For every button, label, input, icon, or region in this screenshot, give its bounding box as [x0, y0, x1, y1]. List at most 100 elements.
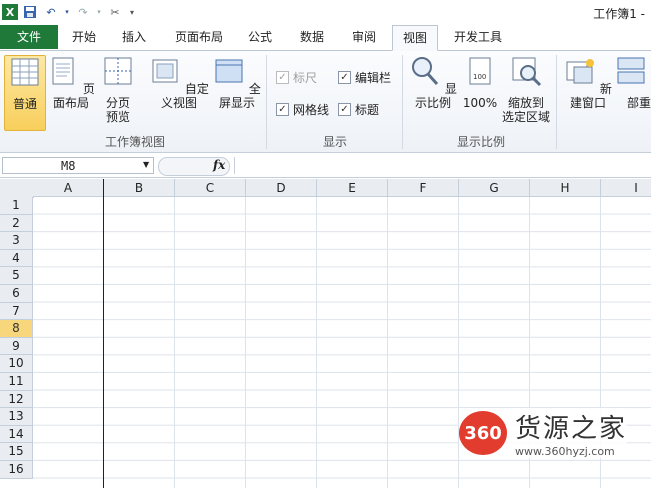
group-separator [266, 55, 267, 149]
normal-view-label: 普通 [12, 97, 37, 111]
column-header-b[interactable]: B [104, 179, 175, 197]
row-header[interactable]: 14 [0, 425, 33, 444]
row-header[interactable]: 12 [0, 390, 33, 409]
column-header-f[interactable]: F [388, 179, 459, 197]
row-header[interactable]: 11 [0, 373, 33, 391]
svg-text:100: 100 [473, 73, 486, 81]
row-header[interactable]: 1 [0, 197, 33, 215]
full-screen-icon [215, 59, 243, 83]
row-header[interactable]: 13 [0, 408, 33, 426]
row-header[interactable]: 15 [0, 443, 33, 461]
undo-icon[interactable]: ↶ [42, 3, 60, 21]
zoom-100-icon: 100 [469, 57, 491, 85]
zoom-100-button[interactable]: 100 100% [460, 55, 500, 129]
row-header[interactable]: 2 [0, 214, 33, 233]
tab-data[interactable]: 数据 [292, 25, 332, 49]
row-header-selected[interactable]: 8 [0, 320, 33, 338]
formula-bar-checkbox[interactable]: ✓ 编辑栏 [338, 69, 391, 86]
tab-file[interactable]: 文件 [0, 25, 58, 49]
row-header[interactable]: 6 [0, 285, 33, 303]
ribbon-view: 普通 页面布局 分页 预览 自定义视图 全屏显示 工作簿视图 ✓ 标尺 ✓ 编辑… [0, 51, 651, 153]
zoom-selection-icon [512, 57, 542, 87]
column-header-h[interactable]: H [530, 179, 601, 197]
formula-input[interactable] [234, 157, 651, 174]
new-window-button[interactable]: 新建窗口 [562, 55, 614, 129]
title-bar: X ↶ ▾ ↷ ▾ ✂ ▾ 工作簿1 - [0, 0, 651, 25]
group-label-show: 显示 [322, 135, 347, 149]
headings-checkbox[interactable]: ✓ 标题 [338, 101, 379, 118]
custom-views-button[interactable]: 自定义视图 [148, 55, 210, 129]
normal-view-icon [11, 58, 39, 86]
insert-function-icon[interactable]: fx [213, 158, 225, 172]
row-header[interactable]: 7 [0, 302, 33, 321]
tab-page-layout[interactable]: 页面布局 [168, 25, 230, 49]
freeze-pane-line [103, 179, 104, 488]
ruler-checkbox[interactable]: ✓ 标尺 [276, 69, 317, 86]
redo-dropdown-icon[interactable]: ▾ [95, 3, 103, 21]
tools-icon[interactable]: ✂ [106, 3, 124, 21]
tab-view[interactable]: 视图 [392, 25, 438, 51]
page-layout-icon [52, 57, 74, 85]
column-header-d[interactable]: D [246, 179, 317, 197]
group-label-zoom: 显示比例 [456, 135, 505, 149]
zoom-button[interactable]: 显示比例 [408, 55, 458, 129]
gridlines-label: 网格线 [293, 103, 330, 117]
zoom-selection-label-2: 选定区域 [501, 110, 550, 124]
page-break-label-1: 分页 [105, 96, 130, 110]
name-box-dropdown-icon[interactable]: ▼ [143, 160, 149, 169]
column-header-g[interactable]: G [459, 179, 530, 197]
group-label-workbook-views: 工作簿视图 [104, 135, 165, 149]
page-break-icon [104, 57, 132, 85]
save-icon[interactable] [21, 3, 39, 21]
column-header-e[interactable]: E [317, 179, 388, 197]
formula-bar-check-icon: ✓ [338, 71, 351, 84]
zoom-100-label: 100% [462, 96, 498, 110]
customize-qat-icon[interactable]: ▾ [127, 3, 137, 21]
ruler-label: 标尺 [293, 71, 318, 85]
row-header[interactable]: 10 [0, 355, 33, 373]
magnifier-icon [412, 57, 439, 86]
full-screen-button[interactable]: 全屏显示 [212, 55, 262, 129]
row-header[interactable]: 5 [0, 267, 33, 285]
group-separator [402, 55, 403, 149]
zoom-selection-label-1: 缩放到 [507, 96, 544, 110]
tab-formulas[interactable]: 公式 [240, 25, 280, 49]
watermark-logo: 360 [459, 411, 507, 455]
tab-home[interactable]: 开始 [64, 25, 104, 49]
new-window-icon [566, 59, 595, 84]
window-title: 工作簿1 - [593, 7, 645, 21]
row-header[interactable]: 3 [0, 232, 33, 250]
tab-developer[interactable]: 开发工具 [448, 25, 508, 49]
page-layout-view-button[interactable]: 页面布局 [46, 55, 96, 129]
row-header[interactable]: 4 [0, 249, 33, 268]
normal-view-button[interactable]: 普通 [4, 55, 46, 131]
arrange-all-button[interactable]: 全部重 [614, 55, 651, 129]
gridlines-checkbox[interactable]: ✓ 网格线 [276, 101, 329, 118]
column-header-c[interactable]: C [175, 179, 246, 197]
gridlines-check-icon: ✓ [276, 103, 289, 116]
tab-insert[interactable]: 插入 [114, 25, 154, 49]
arrange-all-icon [617, 57, 645, 84]
custom-views-icon [152, 59, 178, 83]
headings-label: 标题 [355, 103, 380, 117]
ruler-check-icon: ✓ [276, 71, 289, 84]
zoom-to-selection-button[interactable]: 缩放到 选定区域 [500, 55, 552, 129]
headings-check-icon: ✓ [338, 103, 351, 116]
column-header-i[interactable]: I [601, 179, 651, 197]
tab-review[interactable]: 审阅 [344, 25, 384, 49]
name-box[interactable]: M8 [2, 157, 154, 174]
watermark-url: www.360hyzj.com [515, 445, 615, 458]
select-all-corner[interactable] [0, 179, 34, 198]
page-break-label-2: 预览 [105, 110, 130, 124]
redo-icon[interactable]: ↷ [74, 3, 92, 21]
group-separator [556, 55, 557, 149]
quick-access-toolbar: X ↶ ▾ ↷ ▾ ✂ ▾ [2, 3, 137, 21]
formula-bar-label: 编辑栏 [355, 71, 392, 85]
row-header[interactable]: 9 [0, 337, 33, 356]
page-break-preview-button[interactable]: 分页 预览 [98, 55, 138, 129]
row-header[interactable]: 16 [0, 461, 33, 479]
excel-logo-icon: X [2, 4, 18, 20]
undo-dropdown-icon[interactable]: ▾ [63, 3, 71, 21]
column-header-a[interactable]: A [33, 179, 104, 197]
formula-bar: M8 ▼ fx [0, 155, 651, 178]
